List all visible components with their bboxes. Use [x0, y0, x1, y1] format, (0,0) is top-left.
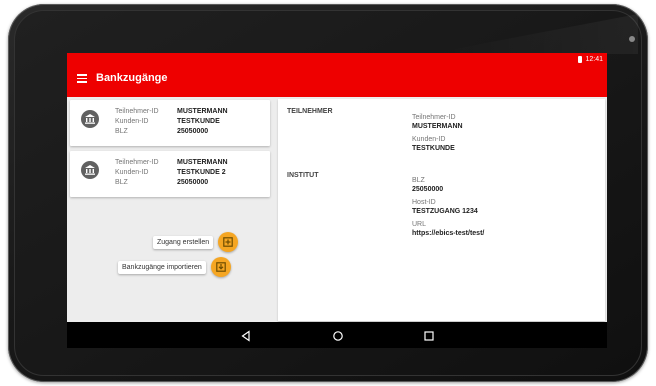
page-title: Bankzugänge [96, 72, 168, 84]
bank-icon [81, 110, 99, 128]
card-value-kunden: TESTKUNDE [177, 118, 220, 125]
fab-create-row: Zugang erstellen [153, 232, 239, 252]
card-label-teilnehmer: Teilnehmer-ID [115, 159, 159, 166]
status-bar: 12:41 [578, 54, 603, 64]
card-label-kunden: Kunden-ID [115, 118, 149, 125]
card-value-teilnehmer: MUSTERMANN [177, 159, 228, 166]
field-teilnehmer-id: Teilnehmer-ID MUSTERMANN [412, 113, 463, 131]
field-label: BLZ [412, 177, 425, 184]
field-value: TESTZUGANG 1234 [412, 208, 478, 215]
card-label-blz: BLZ [115, 128, 128, 135]
import-accounts-button[interactable] [210, 257, 231, 277]
card-value-teilnehmer: MUSTERMANN [177, 108, 228, 115]
card-label-blz: BLZ [115, 179, 128, 186]
section-institut-heading: INSTITUT [287, 172, 319, 179]
card-label-kunden: Kunden-ID [115, 169, 149, 176]
app-bar: 12:41 Bankzugänge [67, 53, 607, 97]
fab-import-row: Bankzugänge importieren [118, 257, 231, 277]
camera-icon [629, 36, 635, 42]
field-kunden-id: Kunden-ID TESTKUNDE [412, 135, 455, 153]
import-accounts-label[interactable]: Bankzugänge importieren [118, 260, 206, 274]
back-icon[interactable] [240, 329, 252, 342]
battery-icon [578, 55, 583, 63]
card-value-kunden: TESTKUNDE 2 [177, 169, 226, 176]
field-value: MUSTERMANN [412, 123, 463, 130]
field-host-id: Host-ID TESTZUGANG 1234 [412, 198, 478, 216]
field-value: TESTKUNDE [412, 145, 455, 152]
field-label: URL [412, 221, 427, 228]
card-label-teilnehmer: Teilnehmer-ID [115, 108, 159, 115]
bank-icon [81, 161, 99, 179]
create-access-button[interactable] [218, 232, 239, 252]
field-label: Host-ID [412, 199, 436, 206]
recents-icon[interactable] [423, 329, 435, 341]
field-label: Kunden-ID [412, 136, 446, 143]
create-access-label[interactable]: Zugang erstellen [153, 235, 214, 249]
card-value-blz: 25050000 [177, 179, 209, 186]
account-list: Teilnehmer-ID Kunden-ID BLZ MUSTERMANN T… [67, 97, 277, 348]
home-icon[interactable] [332, 329, 344, 341]
add-box-icon [223, 237, 233, 247]
menu-icon[interactable] [77, 74, 87, 83]
import-icon [215, 262, 226, 272]
field-label: Teilnehmer-ID [412, 114, 456, 121]
account-card[interactable]: Teilnehmer-ID Kunden-ID BLZ MUSTERMANN T… [70, 100, 270, 146]
field-url: URL https://ebics-test/test/ [412, 220, 484, 238]
system-nav-bar [67, 322, 607, 348]
field-value: https://ebics-test/test/ [412, 230, 485, 237]
device-screen: 12:41 Bankzugänge Teilnehmer-ID Kunden-I… [67, 53, 607, 348]
detail-panel: TEILNEHMER Teilnehmer-ID MUSTERMANN Kund… [278, 99, 605, 321]
field-blz: BLZ 25050000 [412, 176, 443, 194]
card-value-blz: 25050000 [177, 128, 209, 135]
section-teilnehmer-heading: TEILNEHMER [287, 108, 333, 115]
field-value: 25050000 [412, 186, 444, 193]
account-card[interactable]: Teilnehmer-ID Kunden-ID BLZ MUSTERMANN T… [70, 151, 270, 197]
status-time: 12:41 [585, 55, 603, 63]
